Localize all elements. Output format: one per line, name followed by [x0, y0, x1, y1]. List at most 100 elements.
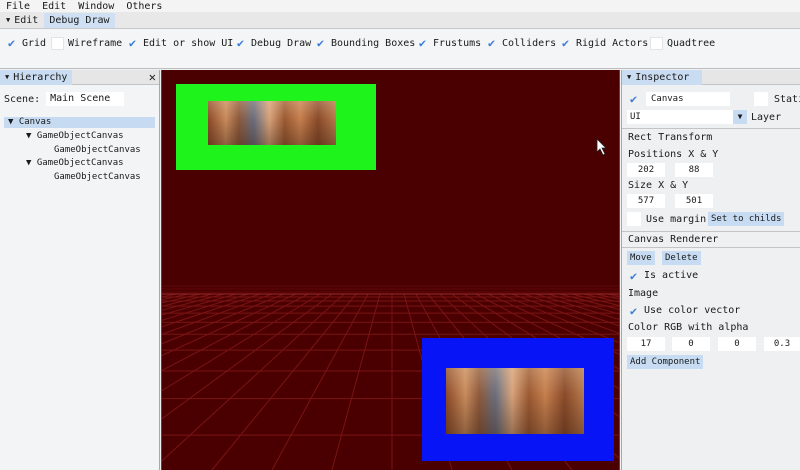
move-button[interactable]: Move	[627, 251, 655, 265]
tree-item-label: GameObjectCanvas	[54, 172, 141, 182]
inspector-title: Inspector	[635, 71, 690, 83]
object-name-input[interactable]: Canvas	[646, 92, 730, 106]
tab-debug-draw[interactable]: Debug Draw	[44, 12, 115, 28]
empty-checkbox-icon[interactable]	[650, 36, 663, 50]
grid-line	[162, 293, 333, 420]
checkmark-icon[interactable]: ✔	[5, 36, 18, 50]
checkmark-icon[interactable]: ✔	[234, 36, 247, 50]
collapse-triangle-icon: ▼	[6, 16, 11, 24]
toggle-edit-or-show-ui[interactable]: ✔ Edit or show UI	[126, 36, 233, 50]
toggle-rigid-actors-label: Rigid Actors	[576, 37, 649, 49]
tab-edit-label: Edit	[14, 14, 39, 26]
menu-window[interactable]: Window	[72, 1, 120, 12]
menu-edit[interactable]: Edit	[36, 1, 72, 12]
use-margin-checkbox[interactable]	[627, 212, 641, 226]
toggle-debug-draw[interactable]: ✔ Debug Draw	[234, 36, 311, 50]
tree-item-label: GameObjectCanvas	[54, 145, 141, 155]
is-active-toggle[interactable]: ✔ Is active	[627, 269, 699, 283]
color-g-input[interactable]: 0	[672, 337, 710, 351]
use-color-vector-toggle[interactable]: ✔ Use color vector	[627, 304, 740, 318]
menu-file[interactable]: File	[0, 1, 36, 12]
ui-canvas-image-blue[interactable]	[422, 338, 614, 461]
set-to-childs-button[interactable]: Set to childs	[708, 212, 785, 226]
grid-line	[162, 293, 189, 301]
toggle-quadtree[interactable]: Quadtree	[650, 36, 715, 50]
toggle-frustums[interactable]: ✔ Frustums	[416, 36, 481, 50]
image-label: Image	[628, 288, 659, 299]
hierarchy-title: Hierarchy	[13, 71, 68, 83]
dropdown-arrow-icon[interactable]: ▼	[733, 110, 747, 124]
tree-item[interactable]: GameObjectCanvas	[54, 145, 141, 156]
checkmark-icon[interactable]: ✔	[559, 36, 572, 50]
inspector-tab[interactable]: ▼ Inspector	[622, 69, 702, 85]
color-r-input[interactable]: 17	[627, 337, 665, 351]
tree-item-label: GameObjectCanvas	[36, 158, 124, 168]
toggle-edit-or-show-ui-label: Edit or show UI	[143, 37, 234, 49]
ui-canvas-image-green[interactable]	[176, 84, 376, 170]
toggle-grid[interactable]: ✔ Grid	[5, 36, 46, 50]
size-y-input[interactable]: 501	[675, 194, 713, 208]
checkmark-icon[interactable]: ✔	[627, 269, 640, 283]
active-checkbox[interactable]: ✔	[627, 92, 644, 106]
expand-triangle-icon[interactable]: ▼	[26, 158, 31, 168]
tag-dropdown[interactable]: UI	[627, 110, 733, 124]
static-label: Stati	[774, 94, 800, 105]
tree-item-canvas[interactable]: ▼ Canvas	[4, 117, 155, 128]
checkmark-icon[interactable]: ✔	[314, 36, 327, 50]
tab-edit[interactable]: ▼ Edit	[1, 13, 43, 28]
scene-name-input[interactable]: Main Scene	[46, 92, 125, 106]
add-component-button[interactable]: Add Component	[627, 355, 704, 369]
use-margin-label: Use margin	[646, 214, 707, 225]
tree-item-label: Canvas	[18, 117, 52, 127]
grid-line	[271, 293, 369, 470]
size-x-input[interactable]: 577	[627, 194, 665, 208]
is-active-label: Is active	[644, 270, 699, 281]
rect-transform-header: Rect Transform	[628, 132, 713, 143]
collapse-triangle-icon: ▼	[627, 73, 632, 81]
toggle-colliders[interactable]: ✔ Colliders	[485, 36, 556, 50]
delete-button[interactable]: Delete	[662, 251, 701, 265]
scene-row: Scene: Main Scene	[4, 92, 125, 106]
inspector-panel: ▼ Inspector ✔ Canvas Stati UI ▼ Layer Re…	[621, 69, 800, 470]
divider	[622, 231, 800, 232]
color-b-input[interactable]: 0	[718, 337, 756, 351]
tree-item[interactable]: ▼ GameObjectCanvas	[26, 158, 124, 169]
toggle-bounding-boxes[interactable]: ✔ Bounding Boxes	[314, 36, 415, 50]
toggle-wireframe-label: Wireframe	[68, 37, 123, 49]
color-label: Color RGB with alpha	[628, 322, 749, 333]
scene-label: Scene:	[4, 93, 41, 105]
empty-checkbox-icon[interactable]	[51, 36, 64, 50]
grid-line	[162, 293, 177, 298]
toggle-wireframe[interactable]: Wireframe	[51, 36, 122, 50]
expand-triangle-icon[interactable]: ▼	[26, 131, 31, 141]
scene-viewport[interactable]	[161, 70, 620, 470]
checkmark-icon[interactable]: ✔	[126, 36, 139, 50]
menu-others[interactable]: Others	[120, 1, 168, 12]
tree-item[interactable]: ▼ GameObjectCanvas	[26, 131, 124, 142]
collapse-triangle-icon: ▼	[5, 73, 10, 81]
hierarchy-tab[interactable]: ▼ Hierarchy	[0, 69, 73, 85]
grid-line	[162, 293, 213, 307]
checkmark-icon[interactable]: ✔	[416, 36, 429, 50]
position-x-input[interactable]: 202	[627, 163, 665, 177]
debug-draw-toolbar: ✔ Grid Wireframe ✔ Edit or show UI ✔ Deb…	[0, 29, 800, 69]
grid-line	[331, 293, 381, 470]
toggle-rigid-actors[interactable]: ✔ Rigid Actors	[559, 36, 648, 50]
position-y-input[interactable]: 88	[675, 163, 713, 177]
color-a-input[interactable]: 0.3	[764, 337, 800, 351]
expand-triangle-icon[interactable]: ▼	[8, 117, 13, 127]
hierarchy-panel: ▼ Hierarchy ✕ Scene: Main Scene ▼ Canvas…	[0, 69, 160, 470]
checkmark-icon[interactable]: ✔	[627, 304, 640, 318]
static-checkbox[interactable]	[754, 92, 768, 106]
close-icon[interactable]: ✕	[149, 70, 156, 85]
tree-item[interactable]: GameObjectCanvas	[54, 172, 141, 183]
size-label: Size X & Y	[628, 180, 689, 191]
checkmark-icon[interactable]: ✔	[485, 36, 498, 50]
positions-label: Positions X & Y	[628, 149, 719, 160]
layer-label: Layer	[751, 112, 782, 123]
divider	[622, 247, 800, 248]
grid-line	[162, 293, 225, 311]
tab-bar: ▼ Edit Debug Draw	[0, 12, 800, 29]
toggle-bounding-boxes-label: Bounding Boxes	[331, 37, 416, 49]
checkmark-icon[interactable]: ✔	[627, 92, 640, 106]
